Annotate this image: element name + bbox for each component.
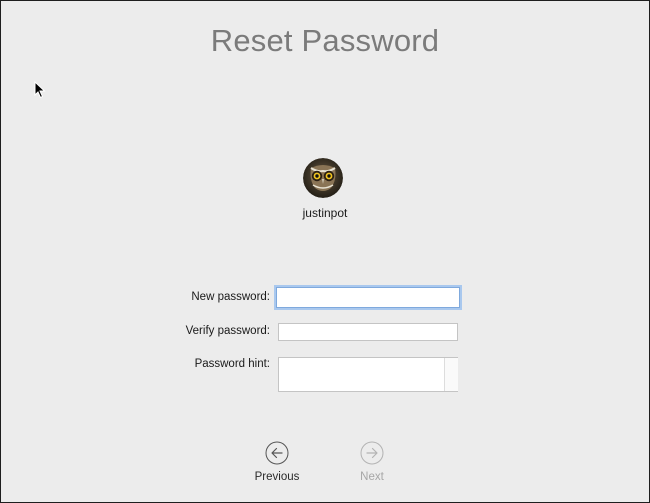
previous-button[interactable]: Previous bbox=[247, 441, 307, 483]
password-hint-scrollbar[interactable] bbox=[444, 358, 458, 391]
page-title: Reset Password bbox=[210, 23, 440, 58]
new-password-field[interactable] bbox=[276, 287, 460, 308]
password-hint-label: Password hint: bbox=[194, 358, 270, 370]
arrow-right-circle-icon[interactable] bbox=[360, 441, 384, 465]
next-label: Next bbox=[360, 471, 384, 483]
mouse-pointer-icon bbox=[34, 81, 46, 99]
verify-password-label: Verify password: bbox=[185, 325, 270, 337]
username: justinpot bbox=[302, 206, 348, 220]
new-password-label: New password: bbox=[191, 291, 270, 303]
previous-label: Previous bbox=[254, 471, 300, 483]
verify-password-field[interactable] bbox=[278, 323, 458, 341]
user-avatar bbox=[303, 158, 343, 198]
next-button[interactable]: Next bbox=[342, 441, 402, 483]
password-hint-field[interactable] bbox=[278, 357, 458, 392]
arrow-left-circle-icon[interactable] bbox=[265, 441, 289, 465]
owl-avatar-icon bbox=[303, 158, 343, 198]
reset-password-window: Reset Password justinpot New password: V… bbox=[0, 0, 650, 503]
